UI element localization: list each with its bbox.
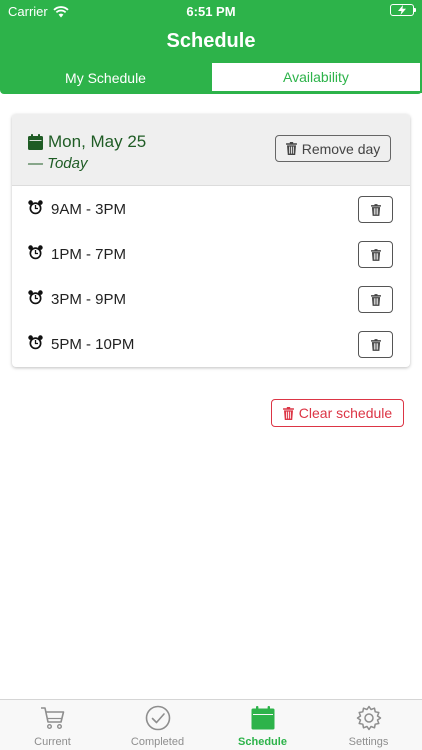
shift-row: 1PM - 7PM — [12, 232, 410, 277]
nav-bar: Schedule — [0, 22, 422, 62]
delete-shift-button[interactable] — [358, 241, 393, 268]
tab-schedule[interactable]: Schedule — [210, 700, 315, 750]
tab-current-label: Current — [34, 736, 71, 748]
tab-current[interactable]: Current — [0, 700, 105, 750]
trash-icon — [370, 293, 381, 306]
carrier: Carrier — [8, 4, 69, 19]
day-subtitle: — Today — [28, 155, 88, 172]
remove-day-label: Remove day — [301, 140, 381, 157]
trash-icon — [370, 248, 381, 261]
tab-bar: Current Completed Schedule Settings — [0, 699, 422, 750]
day-card: Mon, May 25 — Today Remove day 9AM - 3PM — [12, 114, 410, 367]
delete-shift-button[interactable] — [358, 286, 393, 313]
clear-schedule-button[interactable]: Clear schedule — [271, 399, 404, 427]
calendar-icon — [251, 706, 274, 730]
tab-settings-label: Settings — [348, 736, 389, 748]
check-circle-icon — [145, 705, 170, 731]
tab-schedule-label: Schedule — [238, 736, 287, 748]
shift-row: 5PM - 10PM — [12, 322, 410, 367]
tab-my-schedule[interactable]: My Schedule — [0, 62, 211, 93]
trash-icon — [285, 142, 297, 155]
shift-time: 3PM - 9PM — [51, 291, 127, 308]
status-bar: Carrier 6:51 PM — [0, 0, 422, 22]
tab-completed-label: Completed — [130, 736, 185, 748]
trash-icon — [370, 338, 381, 351]
page-title: Schedule — [166, 30, 256, 52]
alarm-clock-icon — [28, 245, 43, 260]
shift-time: 1PM - 7PM — [51, 246, 127, 263]
tab-availability-label: Availability — [283, 69, 349, 85]
clear-schedule-label: Clear schedule — [298, 405, 393, 421]
alarm-clock-icon — [28, 290, 43, 305]
segmented-control: My Schedule Availability — [0, 62, 422, 94]
trash-icon — [282, 406, 294, 420]
tab-completed[interactable]: Completed — [105, 700, 210, 750]
shift-row: 9AM - 3PM — [12, 187, 410, 232]
remove-day-button[interactable]: Remove day — [275, 135, 391, 162]
shift-row: 3PM - 9PM — [12, 277, 410, 322]
calendar-icon — [28, 134, 43, 150]
alarm-clock-icon — [28, 200, 43, 215]
alarm-clock-icon — [28, 335, 43, 350]
date-line: Mon, May 25 — [28, 132, 146, 152]
carrier-label: Carrier — [8, 4, 48, 19]
delete-shift-button[interactable] — [358, 196, 393, 223]
delete-shift-button[interactable] — [358, 331, 393, 358]
shift-time: 9AM - 3PM — [51, 201, 127, 218]
shift-time: 5PM - 10PM — [51, 336, 135, 353]
day-date: Mon, May 25 — [48, 132, 147, 151]
gear-icon — [356, 705, 381, 731]
battery-icon — [390, 4, 416, 16]
wifi-icon — [53, 5, 69, 17]
day-card-header: Mon, May 25 — Today Remove day — [12, 114, 410, 186]
cart-icon — [40, 707, 64, 730]
tab-my-schedule-label: My Schedule — [65, 69, 146, 86]
tab-settings[interactable]: Settings — [315, 700, 422, 750]
trash-icon — [370, 203, 381, 216]
tab-availability[interactable]: Availability — [211, 62, 422, 93]
